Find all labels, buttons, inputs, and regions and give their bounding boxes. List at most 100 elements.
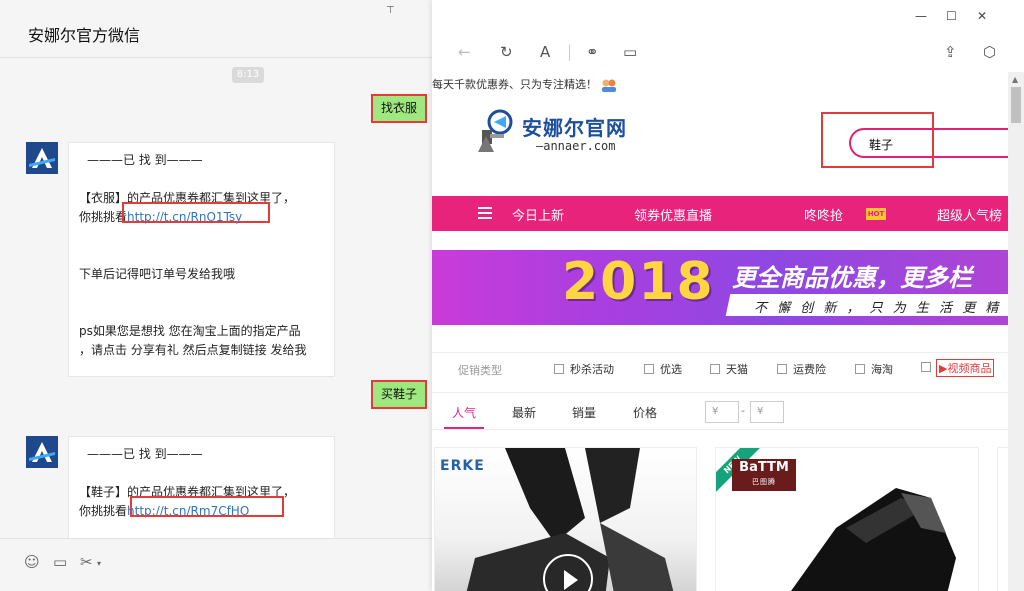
filter-option-label: 海淘 — [871, 363, 893, 376]
filter-label: 促销类型 — [458, 364, 502, 377]
nav-item-new[interactable]: 今日上新 — [512, 205, 564, 224]
promo-banner[interactable]: 2018 更全商品优惠，更多栏 不 懈 创 新 ， 只 为 生 活 更 精 — [432, 250, 1008, 325]
message-line: 下单后记得吧订单号发给我哦 — [79, 267, 236, 281]
filter-option-label: 优选 — [660, 363, 682, 376]
avatar[interactable] — [26, 436, 58, 468]
highlight-box — [130, 496, 284, 517]
brand-logo: BaTTM 巴图腾 — [732, 459, 796, 491]
sent-message[interactable]: 买鞋子 — [370, 380, 427, 409]
received-message[interactable]: ———已 找 到——— 【衣服】的产品优惠券都汇集到这里了， 你挑挑看http:… — [68, 142, 335, 377]
web-page[interactable]: 每天千款优惠券、只为专注精选！ 安娜尔官网 —annaer.com 鞋子 今日上… — [432, 72, 1008, 591]
sent-message-text: 买鞋子 — [380, 387, 417, 401]
product-card[interactable]: ERKE — [434, 447, 697, 591]
main-nav: 今日上新 领券优惠直播 咚咚抢 HOT 超级人气榜 — [432, 196, 1008, 231]
robot-logo-icon — [478, 109, 513, 152]
chat-header: 安娜尔官方微信 ⊤ — [0, 0, 432, 58]
price-max-input[interactable]: ¥ — [750, 401, 784, 423]
page-top-banner: 每天千款优惠券、只为专注精选！ — [432, 76, 617, 92]
checkbox[interactable] — [777, 364, 787, 374]
scrollbar[interactable]: ▲ — [1008, 72, 1024, 591]
checkbox[interactable] — [855, 364, 865, 374]
sort-tab-popular[interactable]: 人气 — [452, 404, 476, 421]
chevron-down-icon[interactable]: ▾ — [97, 559, 101, 568]
promo-filter-row: 促销类型 秒杀活动 优选 天猫 运费险 海淘 ▶视频商品 — [432, 352, 1008, 382]
nav-item-flash[interactable]: 咚咚抢 — [804, 205, 843, 224]
video-filter[interactable]: ▶视频商品 — [936, 359, 995, 377]
highlight-box — [821, 112, 934, 168]
checkbox[interactable] — [710, 364, 720, 374]
nav-item-popular[interactable]: 超级人气榜 — [937, 205, 1002, 224]
scroll-thumb[interactable] — [1011, 87, 1021, 123]
back-arrow-icon[interactable]: ← — [458, 43, 471, 61]
refresh-icon[interactable]: ↻ — [500, 43, 513, 61]
chat-window: 安娜尔官方微信 ⊤ 8:13 找衣服 ———已 找 到——— 【衣服】的产品优惠… — [0, 0, 432, 591]
logo-subtitle: —annaer.com — [536, 139, 616, 153]
filter-option[interactable] — [921, 361, 937, 374]
pin-icon[interactable]: ⊤ — [386, 5, 395, 16]
price-range-dash: - — [741, 404, 745, 417]
menu-icon[interactable] — [478, 207, 492, 222]
close-icon[interactable]: ✕ — [977, 9, 987, 23]
message-header: ———已 找 到——— — [87, 153, 203, 167]
product-card[interactable] — [997, 447, 1008, 591]
price-min-input[interactable]: ¥ — [705, 401, 739, 423]
time-badge: 8:13 — [232, 67, 264, 83]
maximize-icon[interactable]: ☐ — [946, 9, 957, 23]
filter-option[interactable]: 天猫 — [710, 361, 748, 377]
chat-title: 安娜尔官方微信 — [28, 26, 141, 45]
toolbar-divider — [569, 45, 570, 61]
sort-tab-price[interactable]: 价格 — [633, 404, 657, 421]
scissors-icon[interactable]: ✂ — [80, 553, 93, 571]
message-line: 你挑挑看 — [79, 210, 128, 224]
site-logo[interactable]: 安娜尔官网 —annaer.com — [474, 106, 634, 156]
message-header: ———已 找 到——— — [87, 447, 203, 461]
sort-tab-newest[interactable]: 最新 — [512, 404, 536, 421]
share-icon[interactable]: ⇪ — [944, 43, 957, 61]
filter-option-label: 天猫 — [726, 363, 748, 376]
sent-message-text: 找衣服 — [380, 101, 417, 115]
active-tab-underline — [444, 427, 484, 429]
brand-logo: ERKE — [440, 458, 485, 474]
sent-message[interactable]: 找衣服 — [370, 94, 427, 123]
filter-option-label: 运费险 — [793, 363, 826, 376]
window-icon[interactable]: ▭ — [623, 43, 637, 61]
filter-option-label: 秒杀活动 — [570, 363, 614, 376]
checkbox[interactable] — [644, 364, 654, 374]
scroll-up-icon[interactable]: ▲ — [1012, 75, 1018, 84]
product-card[interactable]: NEW BaTTM 巴图腾 — [715, 447, 979, 591]
window-controls: — ☐ ✕ — [904, 0, 1024, 34]
browser-window: — ☐ ✕ ← ↻ A ⚭ ▭ ⇪ ⬡ 每天千款优惠券、只为专注精选！ 安娜尔官… — [432, 0, 1024, 591]
avatar[interactable] — [26, 142, 58, 174]
message-line: ，请点击 分享有礼 然后点复制链接 发给我 — [79, 343, 307, 357]
nav-item-coupon-live[interactable]: 领券优惠直播 — [634, 205, 712, 224]
people-icon — [601, 79, 616, 92]
top-banner-text: 每天千款优惠券、只为专注精选！ — [432, 78, 597, 91]
sort-tab-sales[interactable]: 销量 — [572, 404, 596, 421]
chat-input-toolbar: ☺ ▭ ✂ ▾ — [0, 538, 432, 591]
checkbox[interactable] — [554, 364, 564, 374]
minimize-icon[interactable]: — — [915, 9, 927, 23]
received-message[interactable]: ———已 找 到——— 【鞋子】的产品优惠券都汇集到这里了， 你挑挑看http:… — [68, 436, 335, 538]
font-size-icon[interactable]: A — [540, 43, 550, 61]
message-line: 你挑挑看 — [79, 504, 128, 518]
link-icon[interactable]: ⚭ — [586, 43, 599, 61]
chat-message-list[interactable]: 8:13 找衣服 ———已 找 到——— 【衣服】的产品优惠券都汇集到这里了， … — [0, 58, 432, 538]
message-line: ps如果您是想找 您在淘宝上面的指定产品 — [79, 324, 301, 338]
filter-option[interactable]: 海淘 — [855, 361, 893, 377]
filter-option[interactable]: 运费险 — [777, 361, 826, 377]
logo-title: 安娜尔官网 — [522, 116, 627, 140]
banner-slogan: 更全商品优惠，更多栏 — [732, 264, 972, 292]
cube-icon[interactable]: ⬡ — [983, 43, 996, 61]
product-grid: ERKE NEW BaTTM 巴图腾 — [432, 447, 1008, 591]
logo-a-icon — [26, 436, 58, 468]
filter-option[interactable]: 优选 — [644, 361, 682, 377]
browser-toolbar: ← ↻ A ⚭ ▭ ⇪ ⬡ — [432, 34, 1024, 72]
folder-icon[interactable]: ▭ — [53, 553, 67, 571]
banner-subtitle: 不 懈 创 新 ， 只 为 生 活 更 精 — [754, 301, 1002, 316]
banner-year: 2018 — [562, 252, 715, 312]
sort-bar: 人气 最新 销量 价格 ¥ - ¥ — [432, 392, 1008, 430]
filter-option[interactable]: 秒杀活动 — [554, 361, 614, 377]
emoji-icon[interactable]: ☺ — [24, 553, 40, 571]
brand-name: BaTTM — [739, 460, 789, 475]
checkbox[interactable] — [921, 362, 931, 372]
